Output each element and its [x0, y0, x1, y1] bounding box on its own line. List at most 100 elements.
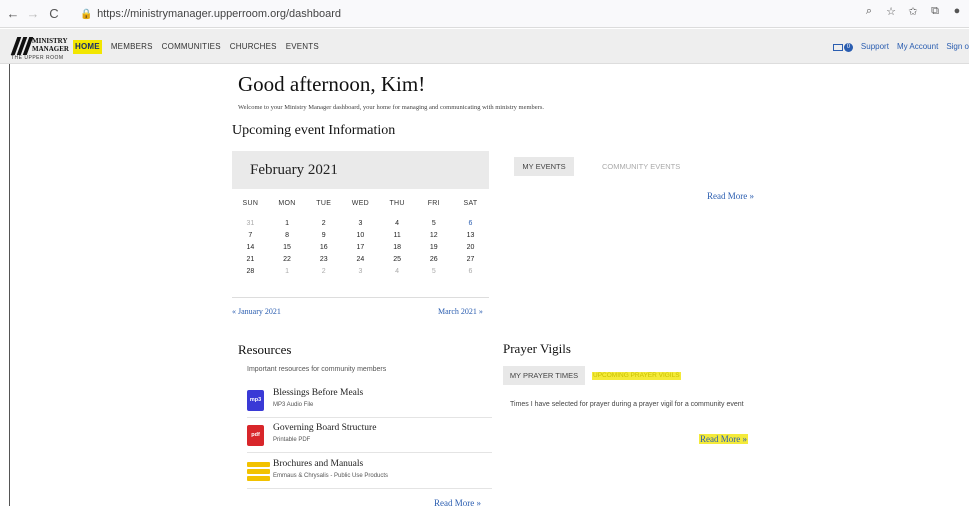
weekday-label: SUN: [242, 200, 259, 207]
calendar-day[interactable]: 15: [269, 242, 306, 254]
calendar-day[interactable]: 20: [452, 242, 489, 254]
calendar-day[interactable]: 10: [342, 230, 379, 242]
calendar-day[interactable]: 26: [415, 254, 452, 266]
site-header: MINISTRY MANAGER THE UPPER ROOM HOME MEM…: [0, 29, 969, 64]
logo-bars-icon: [10, 37, 34, 55]
calendar-day[interactable]: 24: [342, 254, 379, 266]
brochure-icon: [247, 462, 270, 482]
page-border: [9, 64, 10, 506]
calendar-day[interactable]: 25: [379, 254, 416, 266]
calendar-divider: [232, 297, 489, 298]
forward-icon[interactable]: →: [24, 5, 42, 23]
tab-community-events[interactable]: COMMUNITY EVENTS: [602, 157, 680, 176]
nav-members[interactable]: MEMBERS: [111, 40, 153, 54]
calendar-day[interactable]: 28: [232, 266, 269, 278]
events-read-more-link[interactable]: Read More »: [707, 191, 754, 201]
weekday-label: SAT: [463, 200, 478, 207]
calendar-day[interactable]: 3: [342, 218, 379, 230]
logo-subtitle: THE UPPER ROOM: [11, 55, 64, 61]
tab-upcoming-prayer-vigils[interactable]: UPCOMING PRAYER VIGILS: [592, 372, 681, 380]
calendar-day[interactable]: 4: [379, 266, 416, 278]
calendar-day[interactable]: 2: [305, 266, 342, 278]
nav-events[interactable]: EVENTS: [286, 40, 319, 54]
resource-item[interactable]: pdf Governing Board Structure Printable …: [247, 419, 492, 453]
calendar-day-today[interactable]: 6: [452, 218, 489, 230]
calendar-day[interactable]: 6: [452, 266, 489, 278]
resource-type: Printable PDF: [273, 437, 311, 443]
mp3-file-icon: mp3: [247, 390, 264, 411]
calendar-weekdays: SUN MON TUE WED THU FRI SAT: [232, 198, 489, 212]
ministry-manager-logo[interactable]: MINISTRY MANAGER THE UPPER ROOM: [10, 34, 72, 62]
reload-icon[interactable]: C: [45, 5, 63, 23]
main-nav: HOME MEMBERS COMMUNITIES CHURCHES EVENTS: [73, 40, 328, 54]
calendar-day[interactable]: 13: [452, 230, 489, 242]
address-bar[interactable]: 🔒 https://ministrymanager.upperroom.org/…: [80, 4, 780, 24]
favorites-icon[interactable]: ✩: [904, 5, 922, 18]
calendar-header: February 2021: [232, 151, 489, 189]
pdf-file-icon: pdf: [247, 425, 264, 446]
calendar-week: 14 15 16 17 18 19 20: [232, 242, 489, 254]
calendar-day[interactable]: 31: [232, 218, 269, 230]
resource-name[interactable]: Governing Board Structure: [273, 423, 376, 433]
weekday-label: MON: [278, 200, 296, 207]
calendar-week: 31 1 2 3 4 5 6: [232, 218, 489, 230]
resource-item[interactable]: Brochures and Manuals Emmaus & Chrysalis…: [247, 455, 492, 489]
calendar-day[interactable]: 16: [305, 242, 342, 254]
calendar-day[interactable]: 3: [342, 266, 379, 278]
nav-churches[interactable]: CHURCHES: [230, 40, 277, 54]
calendar-day[interactable]: 14: [232, 242, 269, 254]
tab-my-events[interactable]: MY EVENTS: [514, 157, 574, 176]
calendar-day[interactable]: 22: [269, 254, 306, 266]
calendar-day[interactable]: 19: [415, 242, 452, 254]
calendar-day[interactable]: 5: [415, 266, 452, 278]
calendar-day[interactable]: 21: [232, 254, 269, 266]
calendar-day[interactable]: 9: [305, 230, 342, 242]
profile-icon[interactable]: ●: [948, 5, 966, 17]
message-count-badge: 0: [843, 42, 853, 52]
resource-name[interactable]: Blessings Before Meals: [273, 388, 363, 398]
calendar-day[interactable]: 1: [269, 218, 306, 230]
collections-icon[interactable]: ⧉: [926, 5, 944, 18]
weekday-label: WED: [351, 200, 370, 207]
weekday-label: FRI: [427, 200, 440, 207]
back-icon[interactable]: ←: [4, 5, 22, 23]
calendar-day[interactable]: 23: [305, 254, 342, 266]
calendar-day[interactable]: 7: [232, 230, 269, 242]
resource-type: MP3 Audio File: [273, 402, 314, 408]
calendar-day[interactable]: 8: [269, 230, 306, 242]
calendar-day[interactable]: 17: [342, 242, 379, 254]
nav-communities[interactable]: COMMUNITIES: [162, 40, 221, 54]
calendar-day[interactable]: 18: [379, 242, 416, 254]
calendar-day[interactable]: 27: [452, 254, 489, 266]
sign-out-link[interactable]: Sign o: [946, 40, 969, 54]
resources-read-more-link[interactable]: Read More »: [434, 498, 481, 506]
calendar-day[interactable]: 2: [305, 218, 342, 230]
envelope-icon: [832, 43, 843, 51]
my-account-link[interactable]: My Account: [897, 40, 938, 54]
welcome-text: Welcome to your Ministry Manager dashboa…: [238, 104, 544, 111]
url-text: https://ministrymanager.upperroom.org/da…: [97, 8, 342, 20]
nav-home[interactable]: HOME: [73, 40, 102, 54]
resources-description: Important resources for community member…: [247, 366, 387, 373]
support-link[interactable]: Support: [861, 40, 889, 54]
calendar-week: 21 22 23 24 25 26 27: [232, 254, 489, 266]
zoom-icon[interactable]: ⌕: [860, 5, 878, 18]
tab-my-prayer-times[interactable]: MY PRAYER TIMES: [503, 366, 585, 385]
resource-item[interactable]: mp3 Blessings Before Meals MP3 Audio Fil…: [247, 384, 492, 418]
calendar-day[interactable]: 4: [379, 218, 416, 230]
resource-name[interactable]: Brochures and Manuals: [273, 459, 363, 469]
prayer-read-more-link[interactable]: Read More »: [699, 434, 748, 444]
bookmark-icon[interactable]: ☆: [882, 5, 900, 18]
weekday-label: THU: [389, 200, 405, 207]
header-links: 0 Support My Account Sign o: [832, 40, 969, 54]
calendar-day[interactable]: 12: [415, 230, 452, 242]
next-month-link[interactable]: March 2021 »: [438, 307, 483, 316]
calendar-day[interactable]: 5: [415, 218, 452, 230]
calendar-week: 28 1 2 3 4 5 6: [232, 266, 489, 278]
previous-month-link[interactable]: « January 2021: [232, 307, 281, 316]
calendar-day[interactable]: 11: [379, 230, 416, 242]
messages-button[interactable]: 0: [832, 40, 853, 54]
calendar-day[interactable]: 1: [269, 266, 306, 278]
prayer-description: Times I have selected for prayer during …: [510, 401, 744, 408]
calendar-grid: SUN MON TUE WED THU FRI SAT 31 1 2 3 4 5…: [232, 198, 489, 278]
